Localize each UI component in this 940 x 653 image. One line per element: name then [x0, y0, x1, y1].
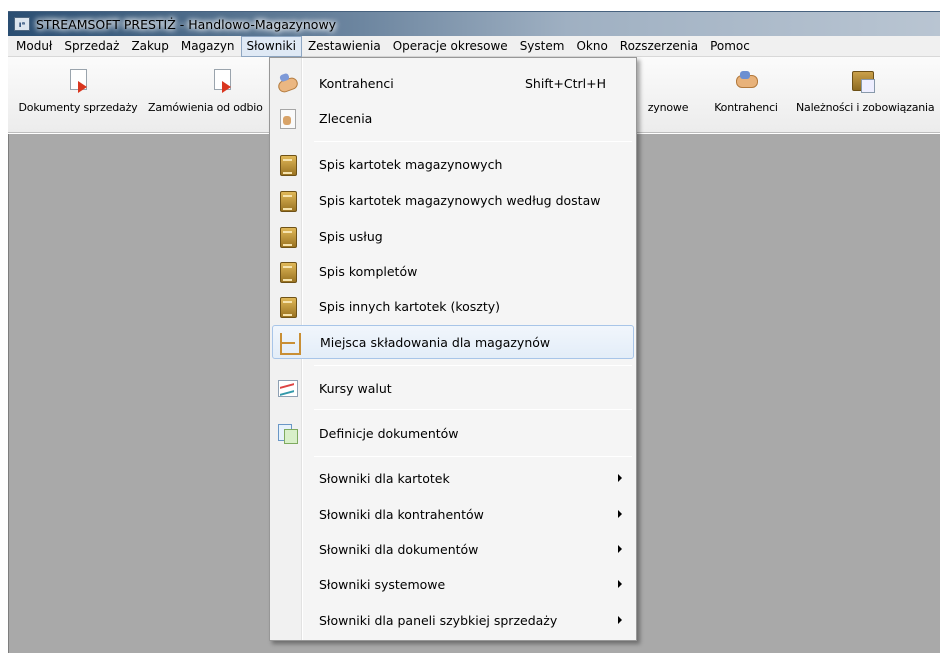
- submenu-arrow-icon: [618, 474, 622, 482]
- menu-item-shortcut: Shift+Ctrl+H: [525, 75, 606, 91]
- menu-item-kursy-walut[interactable]: Kursy walut: [272, 371, 634, 405]
- menu-separator: [314, 141, 632, 142]
- menu-zakup[interactable]: Zakup: [125, 36, 174, 57]
- toolbar-button-dokumenty-sprzedazy[interactable]: Dokumenty sprzedaży: [10, 57, 146, 133]
- menu-modul[interactable]: Moduł: [10, 36, 58, 57]
- menu-pomoc[interactable]: Pomoc: [704, 36, 756, 57]
- slowniki-dropdown-menu: Kontrahenci Shift+Ctrl+H Zlecenia Spis k…: [269, 57, 637, 641]
- menu-item-slowniki-paneli-szybkiej-sprzedazy[interactable]: Słowniki dla paneli szybkiej sprzedaży: [272, 603, 634, 637]
- submenu-arrow-icon: [618, 580, 622, 588]
- menu-item-spis-kompletow[interactable]: Spis kompletów: [272, 254, 634, 288]
- documents-icon: [277, 423, 298, 444]
- toolbar-label: Zamówienia od odbio: [148, 101, 263, 114]
- cabinet-icon: [277, 190, 297, 212]
- submenu-arrow-icon: [618, 545, 622, 553]
- toolbar-label: Należności i zobowiązania: [796, 101, 935, 114]
- app-icon[interactable]: ıᵃ: [14, 17, 30, 31]
- toolbar-button-zamowienia[interactable]: Zamówienia od odbio: [146, 57, 274, 133]
- menu-operacje-okresowe[interactable]: Operacje okresowe: [387, 36, 514, 57]
- menu-item-spis-uslug[interactable]: Spis usług: [272, 219, 634, 253]
- cabinet-icon: [277, 154, 297, 176]
- menu-item-label: Słowniki systemowe: [319, 576, 446, 592]
- menu-item-label: Spis kompletów: [319, 263, 418, 279]
- menu-item-label: Zlecenia: [319, 110, 373, 126]
- menu-sprzedaz[interactable]: Sprzedaż: [58, 36, 125, 57]
- toolbar-button-kontrahenci[interactable]: Kontrahenci: [700, 57, 792, 133]
- toolbar-button-naleznosci[interactable]: Należności i zobowiązania: [792, 57, 940, 133]
- order-icon: [277, 108, 297, 129]
- toolbar-label: Dokumenty sprzedaży: [18, 101, 138, 114]
- document-arrow-icon: [66, 69, 90, 93]
- menu-item-label: Słowniki dla paneli szybkiej sprzedaży: [319, 612, 558, 628]
- hidden-icon: [656, 69, 680, 93]
- menu-zestawienia[interactable]: Zestawienia: [302, 36, 387, 57]
- menu-item-definicje-dokumentow[interactable]: Definicje dokumentów: [272, 416, 634, 450]
- menu-system[interactable]: System: [514, 36, 571, 57]
- menu-item-label: Definicje dokumentów: [319, 425, 459, 441]
- toolbar-label: Kontrahenci: [714, 101, 778, 114]
- cabinet-icon: [850, 69, 875, 93]
- menu-slowniki[interactable]: Słowniki: [240, 35, 302, 57]
- menu-item-label: Spis innych kartotek (koszty): [319, 298, 501, 314]
- menu-item-spis-kartotek-wedlug-dostaw[interactable]: Spis kartotek magazynowych według dostaw: [272, 183, 634, 217]
- menu-item-label: Słowniki dla dokumentów: [319, 541, 479, 557]
- menu-separator: [314, 365, 632, 366]
- menu-item-miejsca-skladowania[interactable]: Miejsca składowania dla magazynów: [272, 325, 634, 359]
- menu-item-label: Słowniki dla kartotek: [319, 470, 450, 486]
- menu-separator: [314, 409, 632, 410]
- cabinet-icon: [277, 296, 297, 318]
- menu-item-kontrahenci[interactable]: Kontrahenci Shift+Ctrl+H: [272, 66, 634, 100]
- handshake-icon: [277, 73, 297, 93]
- cabinet-icon: [277, 226, 297, 248]
- menu-item-slowniki-dla-kartotek[interactable]: Słowniki dla kartotek: [272, 461, 634, 495]
- toolbar-label: zynowe: [647, 101, 689, 114]
- menu-item-label: Słowniki dla kontrahentów: [319, 506, 484, 522]
- shelf-icon: [278, 333, 301, 355]
- handshake-icon: [734, 69, 758, 93]
- submenu-arrow-icon: [618, 510, 622, 518]
- toolbar-button-magazynowe[interactable]: zynowe: [636, 57, 700, 133]
- chart-icon: [277, 378, 298, 398]
- menu-item-label: Kontrahenci: [319, 75, 394, 91]
- menu-item-spis-kartotek-magazynowych[interactable]: Spis kartotek magazynowych: [272, 147, 634, 181]
- menu-rozszerzenia[interactable]: Rozszerzenia: [614, 36, 704, 57]
- menu-magazyn[interactable]: Magazyn: [175, 36, 241, 57]
- menu-item-slowniki-dla-kontrahentow[interactable]: Słowniki dla kontrahentów: [272, 497, 634, 531]
- menu-bar: Moduł Sprzedaż Zakup Magazyn Słowniki Ze…: [8, 35, 940, 57]
- menu-okno[interactable]: Okno: [570, 36, 613, 57]
- menu-item-label: Spis usług: [319, 228, 383, 244]
- menu-item-label: Spis kartotek magazynowych: [319, 156, 503, 172]
- menu-item-label: Miejsca składowania dla magazynów: [320, 334, 551, 350]
- menu-item-zlecenia[interactable]: Zlecenia: [272, 101, 634, 135]
- menu-item-label: Kursy walut: [319, 380, 392, 396]
- menu-item-slowniki-systemowe[interactable]: Słowniki systemowe: [272, 567, 634, 601]
- submenu-arrow-icon: [618, 616, 622, 624]
- cabinet-icon: [277, 261, 297, 283]
- menu-item-label: Spis kartotek magazynowych według dostaw: [319, 192, 601, 208]
- window-title: STREAMSOFT PRESTIŻ - Handlowo-Magazynowy: [36, 16, 337, 32]
- window-title-bar[interactable]: ıᵃ STREAMSOFT PRESTIŻ - Handlowo-Magazyn…: [8, 11, 940, 36]
- order-document-icon: [210, 69, 234, 93]
- menu-separator: [314, 456, 632, 457]
- menu-item-slowniki-dla-dokumentow[interactable]: Słowniki dla dokumentów: [272, 532, 634, 566]
- menu-item-spis-innych-kartotek[interactable]: Spis innych kartotek (koszty): [272, 289, 634, 323]
